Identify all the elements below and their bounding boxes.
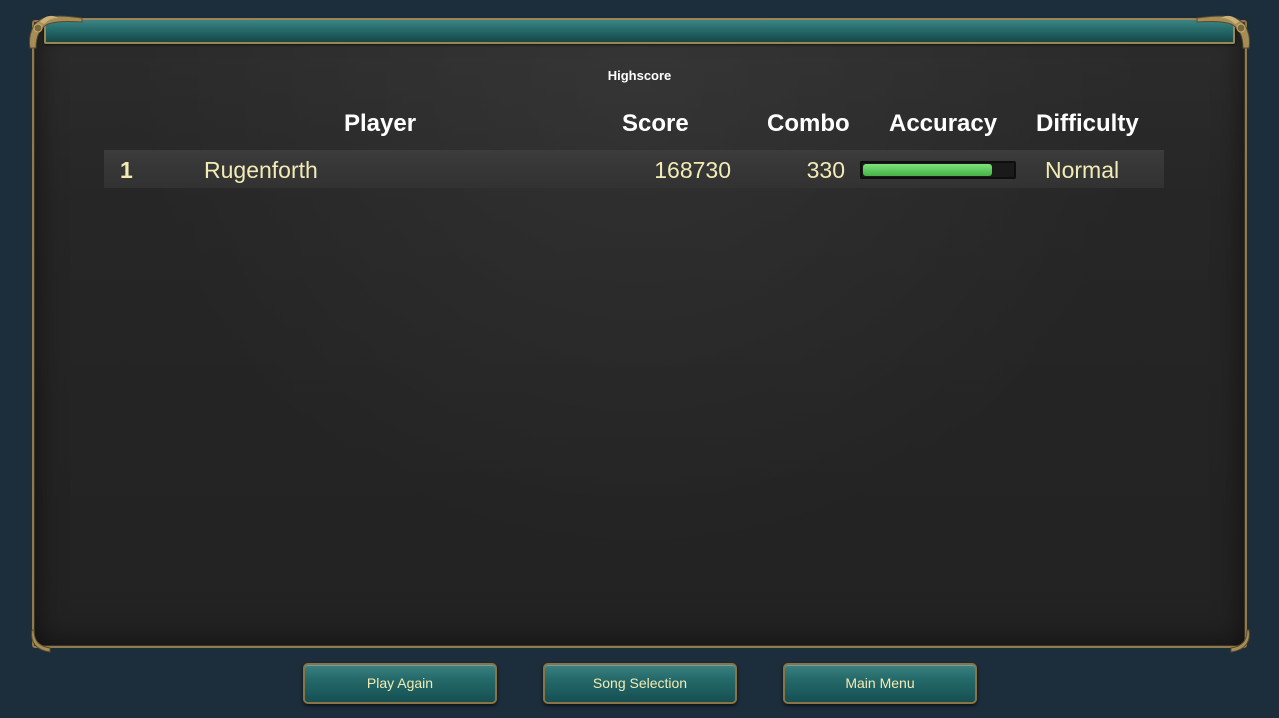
page-title: Highscore <box>607 68 672 83</box>
player-name-cell: Rugenforth <box>204 157 318 183</box>
column-header-score: Score <box>622 110 689 137</box>
column-header-player: Player <box>344 110 417 137</box>
ornament-top-right-icon <box>1196 15 1250 49</box>
highscore-screen: Highscore Player Score Combo Accuracy Di… <box>0 0 1279 718</box>
combo-cell: 330 <box>806 157 845 183</box>
panel-header-bar <box>44 18 1235 44</box>
main-menu-button[interactable]: Main Menu <box>783 663 977 704</box>
score-cell: 168730 <box>654 157 731 183</box>
column-header-difficulty: Difficulty <box>1036 110 1139 137</box>
accuracy-progress-fill <box>863 164 992 176</box>
accuracy-progress-bar <box>860 161 1016 179</box>
ornament-bottom-right-icon <box>1230 629 1250 653</box>
difficulty-cell: Normal <box>1045 157 1120 183</box>
play-again-button[interactable]: Play Again <box>303 663 497 704</box>
ornament-top-left-icon <box>29 15 83 49</box>
song-selection-button[interactable]: Song Selection <box>543 663 737 704</box>
rank-cell: 1 <box>120 157 133 183</box>
column-header-combo: Combo <box>767 110 850 137</box>
ornament-bottom-left-icon <box>31 629 51 653</box>
column-header-accuracy: Accuracy <box>889 110 998 137</box>
